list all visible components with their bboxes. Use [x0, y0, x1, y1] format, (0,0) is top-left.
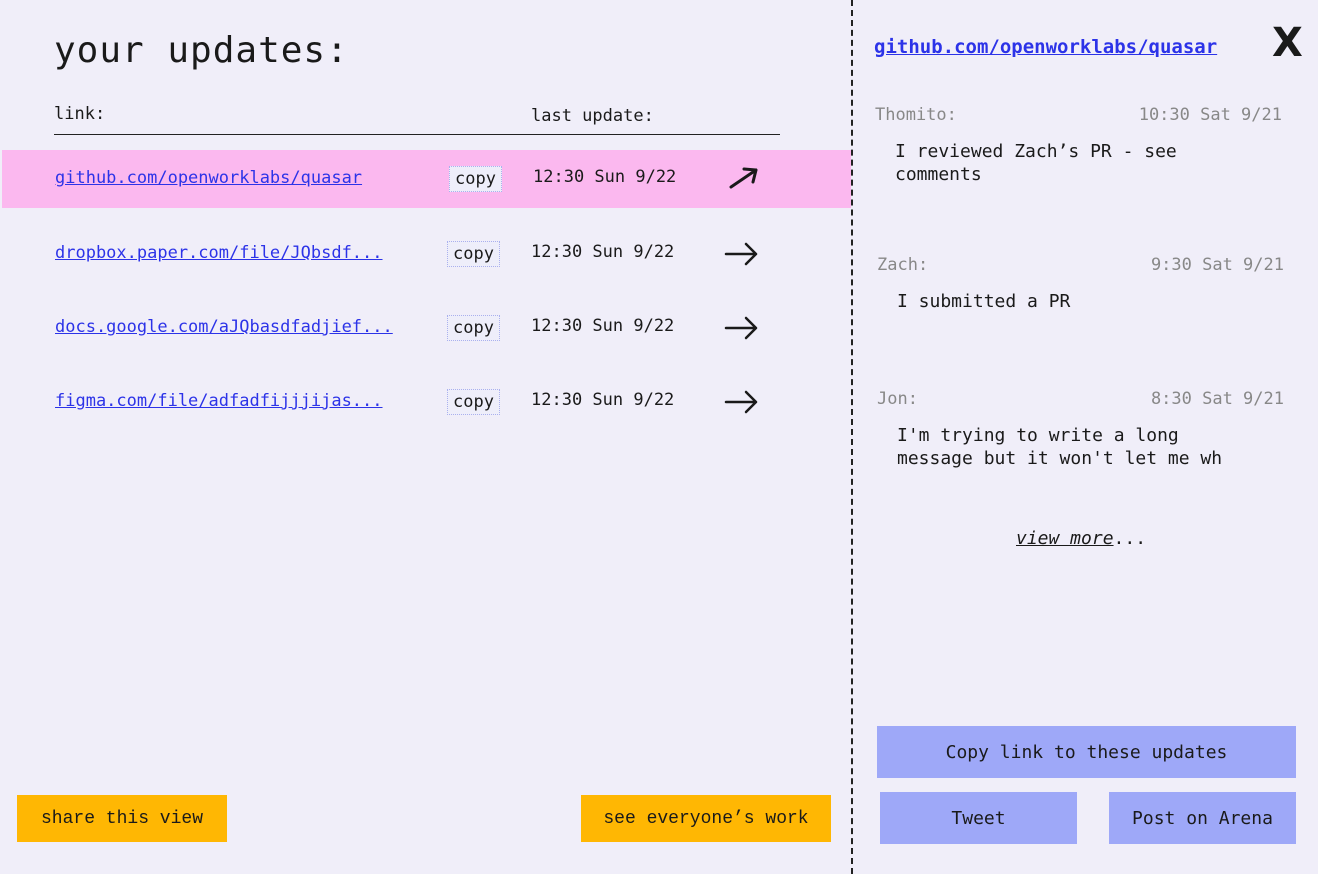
- message-time: 10:30 Sat 9/21: [1138, 105, 1282, 125]
- update-date: 12:30 Sun 9/22: [533, 167, 677, 187]
- arrow-up-right-icon[interactable]: [726, 162, 762, 192]
- post-on-arena-button[interactable]: Post on Arena: [1109, 792, 1296, 844]
- update-link[interactable]: github.com/openworklabs/quasar: [55, 168, 362, 188]
- message-body: I reviewed Zach’s PR - see comments: [895, 141, 1177, 185]
- update-date: 12:30 Sun 9/22: [531, 316, 675, 336]
- update-link[interactable]: docs.google.com/aJQbasdfadjief...: [55, 317, 393, 337]
- view-more-link[interactable]: view more: [1016, 528, 1114, 549]
- update-row[interactable]: docs.google.com/aJQbasdfadjief... copy 1…: [0, 299, 851, 357]
- update-link[interactable]: figma.com/file/adfadfijjjijas...: [55, 391, 383, 411]
- update-row[interactable]: figma.com/file/adfadfijjjijas... copy 12…: [0, 373, 851, 431]
- column-header-link: link:: [54, 104, 106, 124]
- copy-button[interactable]: copy: [447, 241, 500, 267]
- update-date: 12:30 Sun 9/22: [531, 390, 675, 410]
- page-title: your updates:: [54, 30, 349, 71]
- message-time: 9:30 Sat 9/21: [1150, 255, 1284, 275]
- arrow-right-icon[interactable]: [724, 237, 760, 267]
- update-row[interactable]: github.com/openworklabs/quasar copy 12:3…: [2, 150, 851, 208]
- update-date: 12:30 Sun 9/22: [531, 242, 675, 262]
- copy-button[interactable]: copy: [447, 315, 500, 341]
- message-author: Thomito:: [875, 105, 957, 125]
- message-author: Zach:: [877, 255, 929, 275]
- view-more-ellipsis: ...: [1113, 528, 1147, 549]
- message-time: 8:30 Sat 9/21: [1150, 389, 1284, 409]
- message-body: I submitted a PR: [897, 291, 1071, 312]
- column-header-last-update: last update:: [531, 106, 654, 126]
- message-body: I'm trying to write a long message but i…: [897, 425, 1223, 469]
- copy-button[interactable]: copy: [447, 389, 500, 415]
- repo-link[interactable]: github.com/openworklabs/quasar: [874, 36, 1217, 58]
- close-icon[interactable]: X: [1272, 20, 1303, 66]
- update-row[interactable]: dropbox.paper.com/file/JQbsdf... copy 12…: [0, 225, 851, 283]
- copy-link-button[interactable]: Copy link to these updates: [877, 726, 1296, 778]
- copy-button[interactable]: copy: [449, 166, 502, 192]
- tweet-button[interactable]: Tweet: [880, 792, 1077, 844]
- see-everyones-work-button[interactable]: see everyone’s work: [581, 795, 831, 842]
- header-divider: [54, 134, 780, 135]
- share-view-button[interactable]: share this view: [17, 795, 227, 842]
- view-more: view more...: [1016, 528, 1146, 549]
- message-author: Jon:: [877, 389, 918, 409]
- arrow-right-icon[interactable]: [724, 311, 760, 341]
- update-link[interactable]: dropbox.paper.com/file/JQbsdf...: [55, 243, 383, 263]
- panel-divider: [851, 0, 853, 874]
- arrow-right-icon[interactable]: [724, 385, 760, 415]
